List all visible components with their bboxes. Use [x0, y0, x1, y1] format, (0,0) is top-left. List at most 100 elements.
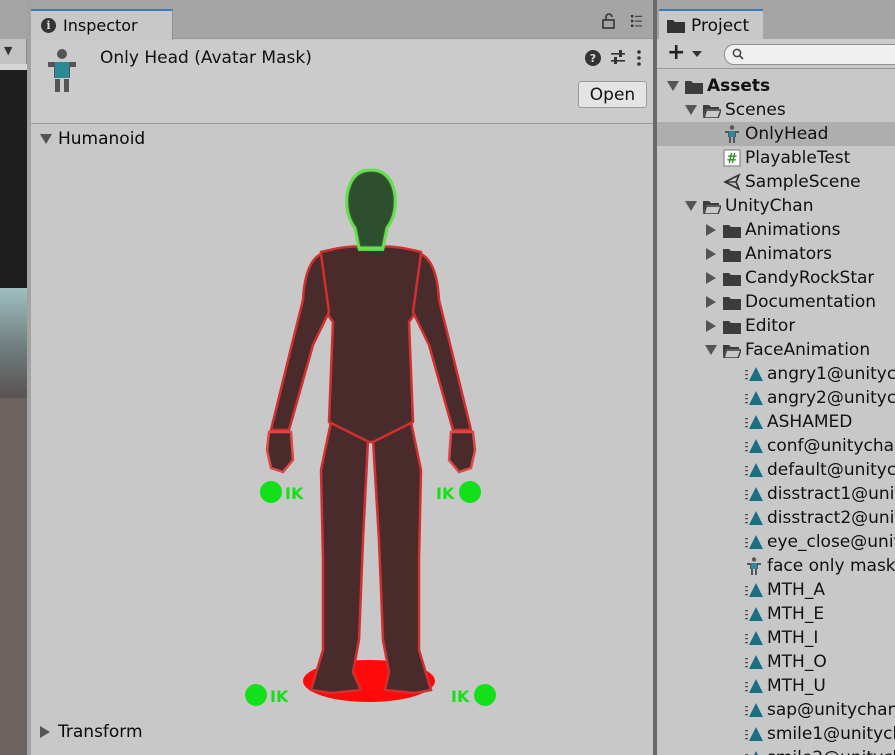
tree-item[interactable]: MTH_O: [657, 650, 895, 674]
tree-item[interactable]: angry2@unitychan: [657, 386, 895, 410]
tree-item[interactable]: conf@unitychan: [657, 434, 895, 458]
tree-item-label: OnlyHead: [745, 124, 829, 144]
tree-item[interactable]: MTH_U: [657, 674, 895, 698]
search-input[interactable]: [724, 44, 895, 65]
transform-foldout[interactable]: Transform: [40, 722, 143, 742]
svg-text:IK: IK: [451, 687, 470, 706]
tree-item-label: Documentation: [745, 292, 877, 312]
left-arm-part[interactable]: [269, 252, 331, 432]
tree-item[interactable]: Documentation: [657, 290, 895, 314]
foldout-collapsed-icon: [40, 726, 50, 738]
tree-item-label: Editor: [745, 316, 796, 336]
project-panel: Project + Assets Scenes OnlyHead # PlayableT…: [657, 0, 895, 755]
tree-item-label: MTH_I: [767, 628, 819, 648]
head-part[interactable]: [345, 168, 397, 250]
collapsed-arrow-icon[interactable]: [705, 320, 717, 332]
folder-icon: [723, 245, 741, 263]
tree-item[interactable]: MTH_A: [657, 578, 895, 602]
body-part[interactable]: [318, 245, 424, 444]
expanded-arrow-icon[interactable]: [685, 200, 697, 212]
expanded-arrow-icon[interactable]: [705, 344, 717, 356]
collapsed-arrow-icon[interactable]: [705, 296, 717, 308]
tree-item[interactable]: OnlyHead: [657, 122, 895, 146]
kebab-menu-icon[interactable]: [636, 49, 642, 67]
folder-open-icon: [703, 101, 721, 119]
tab-inspector-label: Inspector: [63, 16, 138, 35]
left-hand-ik[interactable]: IK: [260, 481, 304, 503]
lock-icon[interactable]: [601, 13, 617, 29]
tree-item[interactable]: Animators: [657, 242, 895, 266]
tree-item[interactable]: default@unitychan: [657, 458, 895, 482]
avatar-mask-icon: [48, 49, 76, 92]
right-hand-part[interactable]: [447, 430, 477, 474]
right-foot-ik[interactable]: IK: [451, 684, 496, 706]
right-arm-part[interactable]: [411, 252, 473, 432]
animation-clip-icon: [745, 701, 763, 719]
tree-item-label: Assets: [707, 76, 771, 96]
animation-clip-icon: [745, 365, 763, 383]
svg-text:IK: IK: [436, 484, 455, 503]
folder-icon: [723, 293, 741, 311]
tree-item[interactable]: # PlayableTest: [657, 146, 895, 170]
dropdown-caret-icon[interactable]: ▼: [4, 44, 12, 57]
tree-item[interactable]: angry1@unitychan: [657, 362, 895, 386]
tree-item[interactable]: UnityChan: [657, 194, 895, 218]
tree-item[interactable]: Assets: [657, 74, 895, 98]
tree-item-label: PlayableTest: [745, 148, 851, 168]
chevron-down-icon[interactable]: [692, 51, 702, 57]
folder-icon: [723, 269, 741, 287]
tree-item[interactable]: face only mask: [657, 554, 895, 578]
tree-item-label: FaceAnimation: [745, 340, 871, 360]
tab-inspector[interactable]: i Inspector: [31, 9, 173, 40]
tree-item-label: MTH_A: [767, 580, 825, 600]
panel-menu-icon[interactable]: [628, 13, 644, 29]
open-button[interactable]: Open: [578, 81, 647, 108]
right-leg-part[interactable]: [371, 420, 433, 695]
right-hand-ik[interactable]: IK: [436, 481, 481, 503]
create-button[interactable]: +: [667, 41, 685, 65]
expanded-arrow-icon[interactable]: [685, 104, 697, 116]
tree-item-label: CandyRockStar: [745, 268, 875, 288]
tree-item[interactable]: SampleScene: [657, 170, 895, 194]
left-foot-ik[interactable]: IK: [245, 684, 289, 706]
tree-item[interactable]: Editor: [657, 314, 895, 338]
folder-icon: [723, 221, 741, 239]
left-hand-part[interactable]: [265, 430, 295, 474]
scene-tabstrip: [0, 0, 27, 39]
presets-icon[interactable]: [610, 49, 626, 67]
humanoid-foldout[interactable]: Humanoid: [40, 129, 145, 149]
left-leg-part[interactable]: [309, 420, 370, 695]
tree-item[interactable]: CandyRockStar: [657, 266, 895, 290]
collapsed-arrow-icon[interactable]: [705, 248, 717, 260]
svg-text:#: #: [727, 152, 738, 167]
tree-item[interactable]: Scenes: [657, 98, 895, 122]
animation-clip-icon: [745, 677, 763, 695]
scene-view-edge: ▼: [0, 0, 27, 755]
tree-item[interactable]: sap@unitychan: [657, 698, 895, 722]
tree-item[interactable]: ASHAMED: [657, 410, 895, 434]
animation-clip-icon: [745, 461, 763, 479]
collapsed-arrow-icon[interactable]: [705, 224, 717, 236]
tree-item-label: conf@unitychan: [767, 436, 895, 456]
folder-icon: [685, 77, 703, 95]
expanded-arrow-icon[interactable]: [667, 80, 679, 92]
tree-item[interactable]: MTH_E: [657, 602, 895, 626]
tree-item[interactable]: eye_close@unitychan: [657, 530, 895, 554]
help-icon[interactable]: ?: [585, 50, 601, 66]
tree-item[interactable]: MTH_I: [657, 626, 895, 650]
tree-item[interactable]: FaceAnimation: [657, 338, 895, 362]
tree-item[interactable]: Animations: [657, 218, 895, 242]
tree-item[interactable]: disstract2@unitychan: [657, 506, 895, 530]
no-arrow: [705, 152, 717, 164]
tree-item[interactable]: smile2@unitychan: [657, 746, 895, 755]
folder-icon: [667, 20, 685, 33]
humanoid-body-mask: IK IK IK IK: [245, 168, 496, 706]
tree-item[interactable]: disstract1@unitychan: [657, 482, 895, 506]
search-icon: [732, 48, 744, 60]
info-icon: i: [41, 18, 56, 33]
tree-item[interactable]: smile1@unitychan: [657, 722, 895, 746]
tab-project[interactable]: Project: [659, 9, 763, 40]
collapsed-arrow-icon[interactable]: [705, 272, 717, 284]
animation-clip-icon: [745, 629, 763, 647]
tree-item-label: MTH_O: [767, 652, 827, 672]
